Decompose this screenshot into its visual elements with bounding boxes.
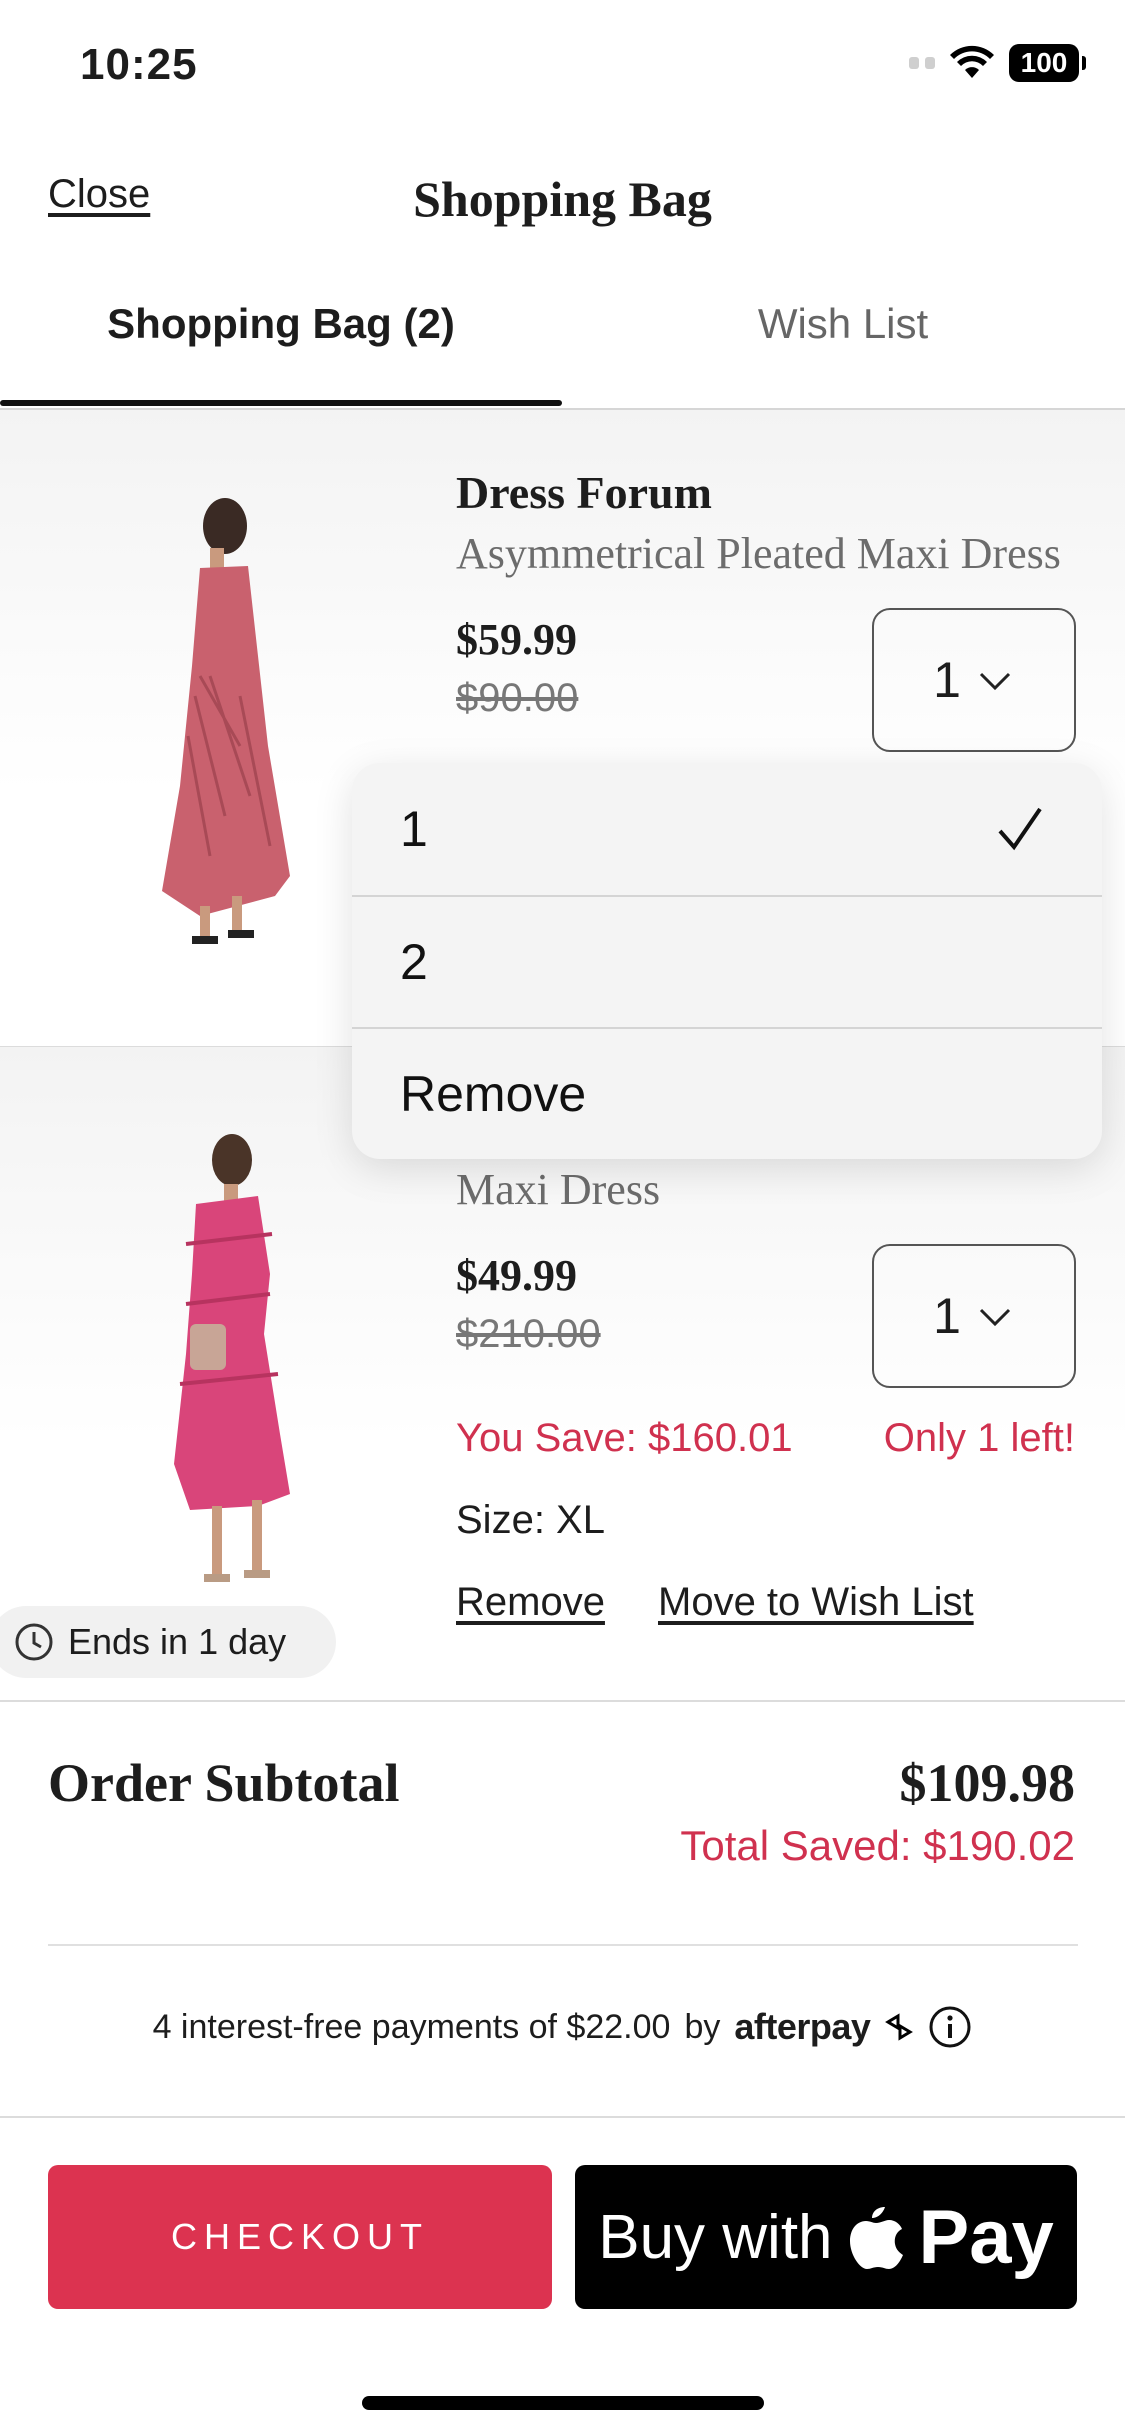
order-subtotal-value: $109.98 — [899, 1753, 1076, 1813]
size-label: Size: XL — [456, 1498, 605, 1542]
section-divider — [0, 1700, 1125, 1702]
timer-text: Ends in 1 day — [68, 1621, 287, 1662]
dropdown-option-label: Remove — [400, 1066, 587, 1122]
dropdown-option-label: 2 — [400, 934, 428, 990]
dropdown-option-2[interactable]: 2 — [352, 895, 1102, 1027]
battery-icon: 100 — [1009, 44, 1086, 82]
footer-divider — [0, 2116, 1125, 2118]
product-name[interactable]: Asymmetrical Pleated Maxi Dress — [456, 528, 1061, 579]
cellular-signal-icon — [909, 57, 935, 69]
stock-warning: Only 1 left! — [883, 1416, 1075, 1460]
product-image-dress-fuchsia[interactable] — [140, 1134, 320, 1590]
apple-pay-prefix: Buy with — [598, 2202, 833, 2272]
active-tab-indicator — [0, 400, 562, 406]
order-subtotal-label: Order Subtotal — [48, 1753, 400, 1813]
quantity-value: 1 — [933, 652, 961, 708]
tab-shopping-bag[interactable]: Shopping Bag (2) — [0, 300, 562, 348]
summary-divider — [48, 1944, 1078, 1946]
quantity-select[interactable]: 1 — [872, 1244, 1076, 1388]
info-icon[interactable] — [928, 2005, 972, 2049]
apple-pay-suffix: Pay — [918, 2194, 1054, 2280]
page-title: Shopping Bag — [413, 171, 712, 227]
product-brand: Dress Forum — [456, 467, 712, 518]
afterpay-by: by — [684, 2007, 721, 2046]
product-price: $49.99 — [456, 1251, 577, 1300]
chevron-down-icon — [979, 1308, 1010, 1327]
product-price: $59.99 — [456, 615, 577, 664]
dropdown-option-1[interactable]: 1 — [352, 763, 1102, 895]
afterpay-arrows-icon — [885, 2013, 914, 2041]
checkmark-icon — [998, 807, 1042, 851]
product-name[interactable]: Maxi Dress — [456, 1164, 660, 1215]
quantity-value: 1 — [933, 1288, 961, 1344]
dropdown-option-remove[interactable]: Remove — [352, 1027, 1102, 1159]
afterpay-text: 4 interest-free payments of $22.00 — [152, 2007, 671, 2046]
afterpay-promo[interactable]: 4 interest-free payments of $22.00 by af… — [0, 2005, 1125, 2049]
quantity-dropdown-menu: 1 2 Remove — [352, 763, 1102, 1159]
status-time: 10:25 — [80, 40, 198, 89]
apple-pay-button[interactable]: Buy with Pay — [575, 2165, 1077, 2309]
quantity-select[interactable]: 1 — [872, 608, 1076, 752]
product-image-dress-pink[interactable] — [140, 496, 310, 952]
home-indicator — [362, 2396, 764, 2410]
clock-icon — [15, 1623, 53, 1661]
apple-logo-icon — [849, 2207, 903, 2269]
total-saved: Total Saved: $190.02 — [680, 1822, 1075, 1869]
remove-link[interactable]: Remove — [456, 1580, 605, 1625]
wifi-icon — [950, 45, 994, 78]
product-original-price: $90.00 — [456, 676, 579, 720]
move-to-wish-list-link[interactable]: Move to Wish List — [658, 1580, 974, 1625]
status-icons: 100 — [909, 44, 1086, 82]
checkout-button[interactable]: CHECKOUT — [48, 2165, 552, 2309]
chevron-down-icon — [979, 672, 1010, 691]
tab-wish-list[interactable]: Wish List — [562, 300, 1124, 348]
sale-timer-badge: Ends in 1 day — [0, 1606, 336, 1678]
you-save-text: You Save: $160.01 — [456, 1416, 793, 1460]
product-original-price: $210.00 — [456, 1312, 601, 1356]
dropdown-option-label: 1 — [400, 801, 428, 857]
afterpay-logo: afterpay — [734, 2006, 871, 2047]
